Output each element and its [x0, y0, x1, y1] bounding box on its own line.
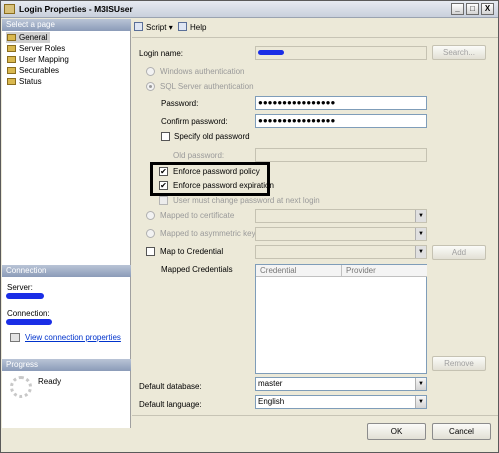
default-database-combo[interactable]: master ▼ [255, 377, 427, 391]
mapped-credentials-label: Mapped Credentials [161, 265, 233, 274]
certificate-combo[interactable]: ▼ [255, 209, 427, 223]
ok-button[interactable]: OK [367, 423, 426, 440]
mapped-asymmetric-key-radio[interactable] [146, 229, 155, 238]
toolbar: Script ▾ Help [132, 19, 498, 37]
connection-label: Connection: [7, 309, 50, 318]
footer-divider [132, 415, 498, 416]
help-button[interactable]: Help [178, 22, 206, 32]
page-label: Securables [19, 66, 60, 75]
page-server-roles[interactable]: Server Roles [6, 43, 68, 54]
enforce-expiration-checkbox[interactable]: ✔ [159, 181, 168, 190]
left-pane: Select a page General Server Roles User … [2, 19, 131, 428]
server-label: Server: [7, 283, 33, 292]
enforce-policy-checkbox[interactable]: ✔ [159, 167, 168, 176]
password-label: Password: [161, 99, 199, 108]
enforce-expiration-label: Enforce password expiration [173, 181, 274, 190]
page-general[interactable]: General [6, 32, 51, 43]
login-window-icon [4, 4, 15, 14]
page-user-mapping[interactable]: User Mapping [6, 54, 72, 65]
redacted-login-scribble [258, 50, 284, 55]
add-credential-button[interactable]: Add [432, 245, 486, 260]
sql-auth-radio[interactable] [146, 82, 155, 91]
confirm-password-field[interactable]: ●●●●●●●●●●●●●●●● [255, 114, 427, 128]
connection-properties-icon [10, 333, 20, 342]
provider-column-header[interactable]: Provider [342, 265, 427, 277]
windows-auth-label: Windows authentication [160, 67, 245, 76]
page-icon [7, 34, 16, 41]
sql-auth-label: SQL Server authentication [160, 82, 254, 91]
redacted-server-scribble [6, 293, 44, 299]
default-database-value: master [258, 379, 283, 388]
remove-credential-button[interactable]: Remove [432, 356, 486, 371]
chevron-down-icon[interactable]: ▾ [169, 23, 173, 32]
window-title: Login Properties - M3ISUser [19, 4, 133, 14]
default-language-label: Default language: [139, 400, 202, 409]
default-language-value: English [258, 397, 285, 406]
specify-old-password-label: Specify old password [174, 132, 250, 141]
must-change-checkbox[interactable] [159, 196, 168, 205]
confirm-password-label: Confirm password: [161, 117, 228, 126]
script-icon [134, 22, 143, 31]
progress-status: Ready [38, 377, 62, 386]
progress-spinner-icon [10, 376, 32, 398]
default-database-label: Default database: [139, 382, 202, 391]
page-securables[interactable]: Securables [6, 65, 62, 76]
credential-combo[interactable]: ▼ [255, 245, 427, 259]
page-label: Server Roles [19, 44, 66, 53]
map-credential-label: Map to Credential [160, 247, 224, 256]
redacted-connection-scribble [6, 319, 52, 325]
select-page-header: Select a page [2, 19, 131, 31]
page-icon [7, 78, 16, 85]
password-field[interactable]: ●●●●●●●●●●●●●●●● [255, 96, 427, 110]
credential-column-header[interactable]: Credential [256, 265, 342, 277]
page-label: Status [19, 77, 42, 86]
maximize-button[interactable]: □ [466, 3, 479, 15]
old-password-field[interactable] [255, 148, 427, 162]
page-label: User Mapping [19, 55, 69, 64]
toolbar-divider [132, 37, 498, 38]
help-icon [178, 22, 187, 31]
mapped-certificate-label: Mapped to certificate [160, 211, 235, 220]
must-change-label: User must change password at next login [173, 196, 320, 205]
default-language-combo[interactable]: English ▼ [255, 395, 427, 409]
mapped-certificate-radio[interactable] [146, 211, 155, 220]
map-credential-checkbox[interactable] [146, 247, 155, 256]
view-connection-properties-link[interactable]: View connection properties [25, 333, 121, 342]
chevron-down-icon[interactable]: ▼ [415, 210, 426, 222]
page-icon [7, 56, 16, 63]
login-name-field[interactable] [255, 46, 427, 60]
page-label: General [19, 33, 48, 42]
minimize-button[interactable]: _ [451, 3, 464, 15]
close-button[interactable]: X [481, 3, 494, 15]
login-name-label: Login name: [139, 49, 184, 58]
script-button[interactable]: Script ▾ [134, 22, 173, 32]
chevron-down-icon[interactable]: ▼ [415, 378, 426, 390]
cancel-button[interactable]: Cancel [432, 423, 491, 440]
chevron-down-icon[interactable]: ▼ [415, 396, 426, 408]
chevron-down-icon[interactable]: ▼ [415, 228, 426, 240]
progress-header: Progress [2, 359, 131, 371]
title-bar[interactable]: Login Properties - M3ISUser _ □ X [1, 1, 498, 18]
asymmetric-key-combo[interactable]: ▼ [255, 227, 427, 241]
page-status[interactable]: Status [6, 76, 45, 87]
specify-old-password-checkbox[interactable] [161, 132, 170, 141]
search-button[interactable]: Search... [432, 45, 486, 60]
mapped-credentials-table[interactable]: Credential Provider [255, 264, 427, 374]
connection-header: Connection [2, 265, 131, 277]
chevron-down-icon[interactable]: ▼ [415, 246, 426, 258]
login-properties-window: Login Properties - M3ISUser _ □ X Select… [0, 0, 499, 453]
old-password-label: Old password: [173, 151, 225, 160]
page-icon [7, 67, 16, 74]
page-icon [7, 45, 16, 52]
mapped-asymmetric-key-label: Mapped to asymmetric key [160, 229, 256, 238]
windows-auth-radio[interactable] [146, 67, 155, 76]
enforce-policy-label: Enforce password policy [173, 167, 260, 176]
